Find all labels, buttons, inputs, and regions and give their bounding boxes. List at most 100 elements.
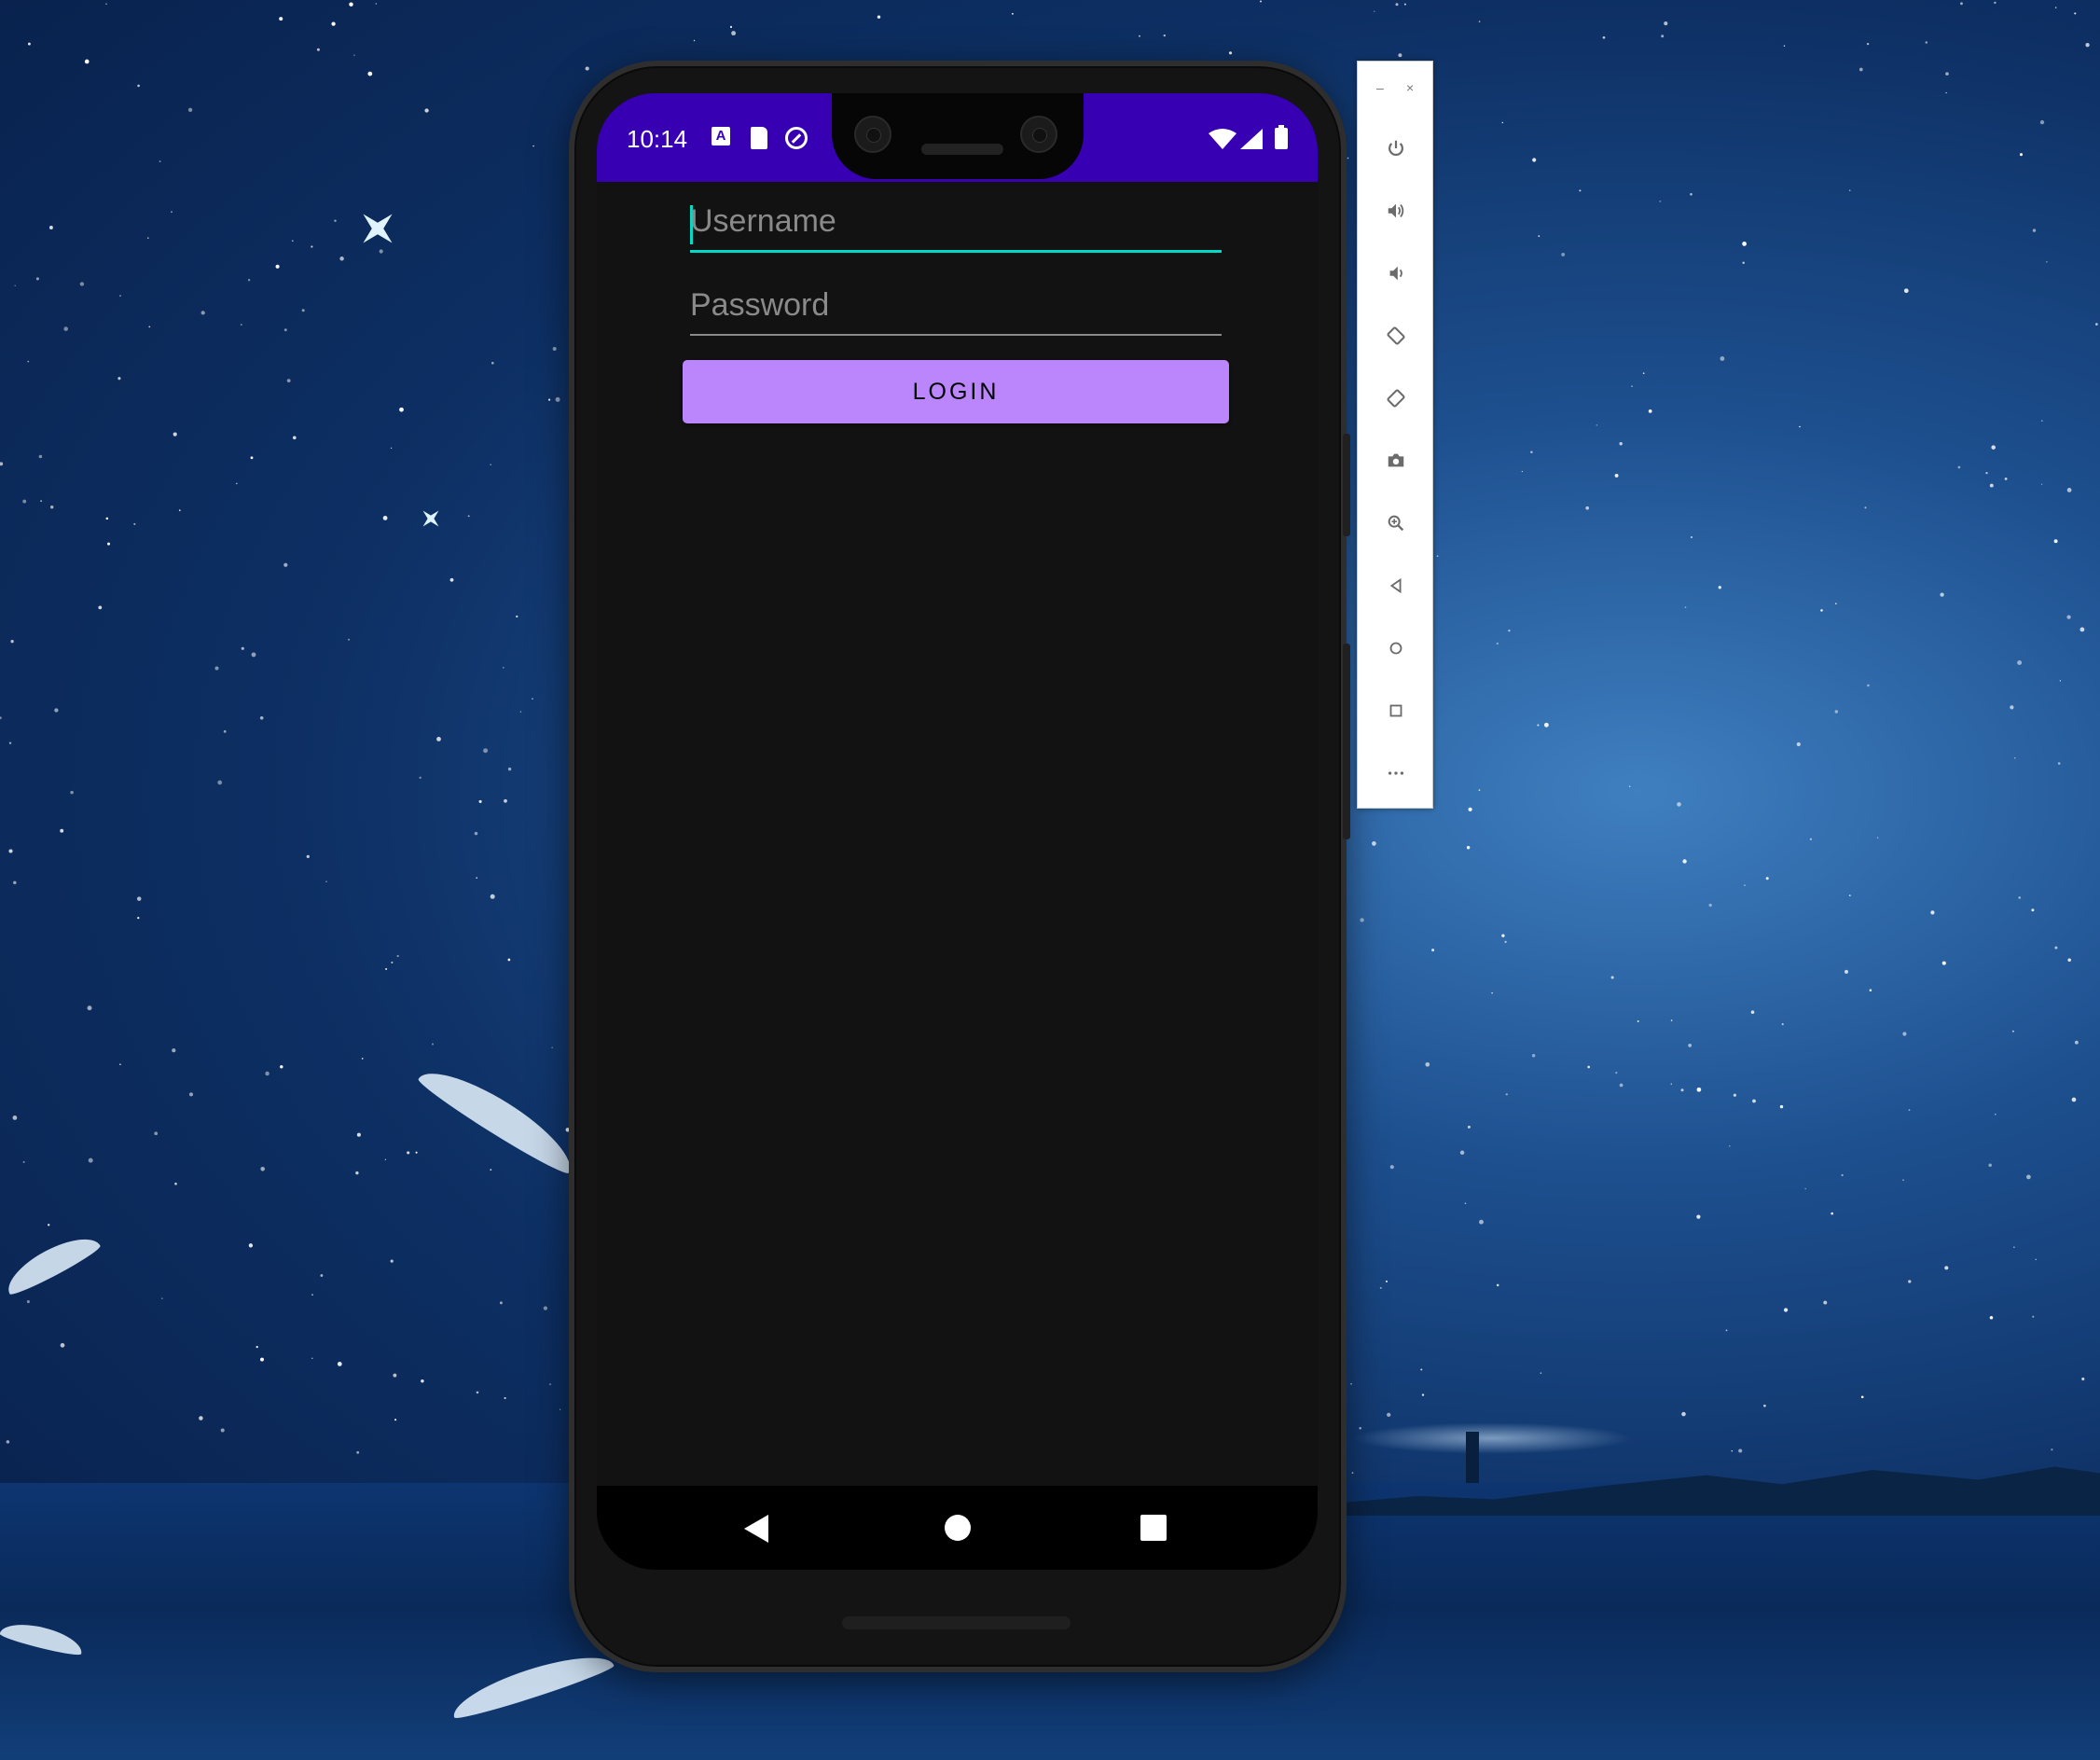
star [1374, 10, 1375, 12]
star [1163, 34, 1167, 37]
star [1989, 483, 1994, 488]
star [478, 799, 482, 803]
star [1664, 21, 1668, 26]
star [361, 1058, 364, 1060]
password-field[interactable]: Password [690, 287, 1222, 343]
star [339, 256, 344, 261]
star [311, 1357, 313, 1360]
star [2085, 43, 2090, 48]
star [1742, 242, 1747, 246]
recents-icon[interactable] [1140, 1515, 1167, 1541]
star [467, 515, 470, 518]
zoom-icon[interactable] [1377, 505, 1415, 542]
star [1718, 586, 1721, 589]
volume-up-icon[interactable] [1377, 192, 1415, 229]
star [325, 880, 327, 882]
star [1995, 1113, 1996, 1116]
emulator-toolbar: – × [1357, 61, 1433, 809]
star [2010, 705, 2014, 710]
star [1908, 1280, 1912, 1283]
star [84, 59, 90, 64]
star [1823, 1300, 1828, 1305]
star [1504, 940, 1507, 944]
star [1260, 0, 1262, 3]
star [355, 1171, 359, 1175]
star [2004, 477, 2008, 480]
star [1690, 193, 1692, 196]
star [1831, 1212, 1834, 1215]
star [729, 25, 733, 28]
star [320, 1274, 324, 1277]
star [223, 729, 227, 733]
star [1858, 67, 1863, 72]
star [385, 967, 388, 971]
star [8, 849, 13, 853]
star [1989, 1315, 1994, 1320]
star [1403, 3, 1406, 6]
star [88, 1157, 93, 1163]
star [105, 3, 107, 6]
star [1350, 1383, 1352, 1385]
login-button[interactable]: LOGIN [683, 360, 1229, 423]
star [292, 436, 297, 440]
star [1844, 969, 1849, 974]
star [214, 666, 219, 671]
bottom-speaker-grille [842, 1616, 1071, 1629]
star [334, 219, 337, 222]
star [248, 1243, 254, 1248]
star [1848, 189, 1851, 192]
star [1680, 1088, 1684, 1092]
username-field[interactable]: Username [690, 203, 1222, 259]
star [1783, 1308, 1789, 1312]
star [2079, 627, 2085, 632]
star [2032, 229, 2037, 232]
star [279, 17, 283, 21]
minimize-icon[interactable]: – [1376, 80, 1384, 95]
star [2057, 762, 2061, 765]
star [490, 894, 495, 899]
star [1631, 385, 1633, 387]
star [548, 398, 551, 401]
volume-down-icon[interactable] [1377, 255, 1415, 292]
more-options-icon[interactable] [1377, 755, 1415, 792]
star [2017, 660, 2023, 665]
star [516, 615, 518, 618]
power-icon[interactable] [1377, 130, 1415, 167]
star [1820, 609, 1823, 612]
lighthouse-silhouette [1466, 1432, 1479, 1483]
camera-icon[interactable] [1377, 442, 1415, 479]
star [147, 237, 149, 239]
back-icon[interactable] [744, 1515, 768, 1543]
star [1543, 722, 1549, 728]
rotate-right-icon[interactable] [1377, 380, 1415, 417]
star [2031, 908, 2035, 912]
star [1783, 45, 1786, 47]
star [10, 640, 14, 644]
back-outline-icon[interactable] [1377, 567, 1415, 604]
home-icon[interactable] [945, 1515, 971, 1541]
star [1530, 450, 1533, 454]
star [1988, 1163, 1992, 1168]
star [2046, 260, 2048, 263]
star [543, 1306, 548, 1310]
front-camera-left [854, 116, 891, 153]
home-outline-icon[interactable] [1377, 630, 1415, 667]
rotate-left-icon[interactable] [1377, 317, 1415, 354]
star [1903, 288, 1909, 294]
star [2039, 119, 2045, 125]
star [1908, 1109, 1911, 1111]
wifi-icon [1209, 129, 1237, 149]
star [519, 711, 522, 713]
star [1925, 41, 1928, 44]
star [159, 160, 161, 163]
star [1864, 506, 1867, 509]
star [1750, 1010, 1755, 1014]
close-icon[interactable]: × [1406, 80, 1414, 95]
star [1642, 372, 1645, 375]
star [382, 515, 388, 520]
star [394, 1419, 397, 1421]
star [2041, 420, 2043, 423]
overview-outline-icon[interactable] [1377, 692, 1415, 729]
star [490, 1169, 492, 1171]
star [1994, 1, 1996, 5]
